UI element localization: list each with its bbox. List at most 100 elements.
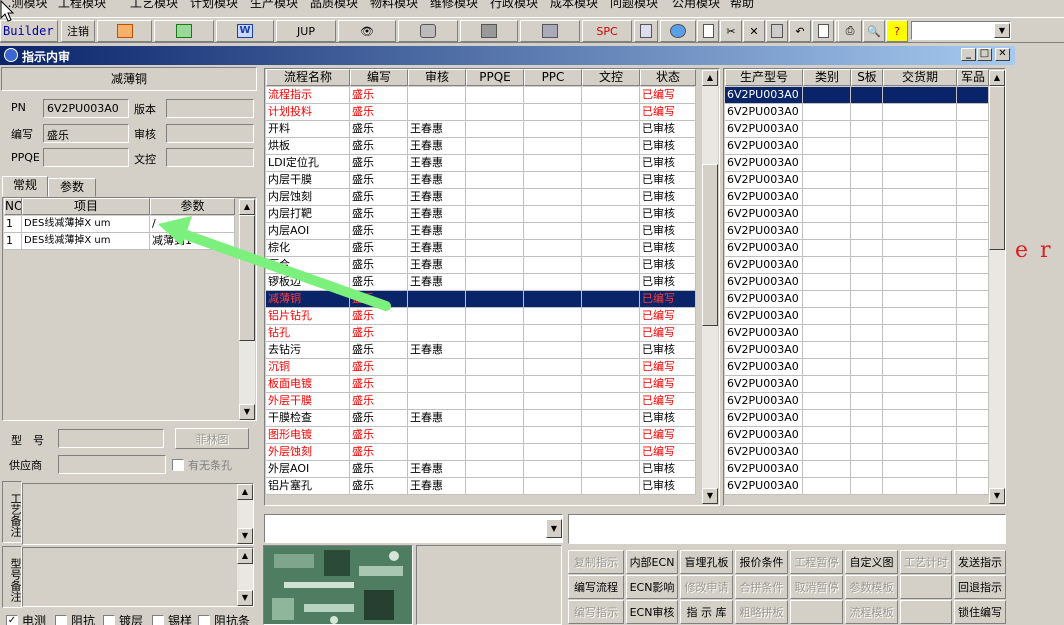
delete-icon[interactable]: ✕ [743,20,765,42]
remark-input[interactable] [568,514,1006,544]
action-button[interactable]: ECN影响 [626,575,678,599]
prod-header-category[interactable]: 类别 [803,69,851,86]
notes-scrollbar[interactable]: ▲ ▼ [237,484,253,544]
globe-icon[interactable] [660,20,696,42]
action-button[interactable]: 复制指示 [568,550,624,574]
scroll-thumb[interactable] [989,86,1005,250]
flow-header-audit[interactable]: 审核 [408,69,466,86]
production-row[interactable]: 6V2PU003A0 [724,206,989,223]
production-row[interactable]: 6V2PU003A0 [724,359,989,376]
production-row[interactable]: 6V2PU003A0 [724,427,989,444]
menu-item[interactable]: 生产模块 [250,0,298,11]
action-button[interactable]: 工程暂停 [790,550,843,574]
maximize-button[interactable]: □ [977,48,992,61]
flow-row[interactable]: 板面电镀 盛乐 已编写 [265,376,701,393]
action-button[interactable]: 工艺计时 [900,550,952,574]
production-row[interactable]: 6V2PU003A0 [724,342,989,359]
production-row[interactable]: 6V2PU003A0 [724,461,989,478]
scroll-up-icon[interactable]: ▲ [702,70,718,86]
flow-row[interactable]: 流程指示 盛乐 已编写 [265,87,701,104]
menu-item[interactable]: 工程模块 [58,0,106,11]
scroll-down-icon[interactable]: ▼ [239,404,255,420]
audit-field[interactable] [166,124,254,143]
production-row[interactable]: 6V2PU003A0 [724,478,989,495]
save-icon[interactable] [766,20,788,42]
notes-scrollbar[interactable]: ▲ ▼ [237,548,253,606]
action-button[interactable]: 流程模板 [845,600,898,624]
action-button[interactable]: 发送指示 [954,550,1006,574]
flow-row[interactable]: 铝片塞孔 盛乐 王春惠 已审核 [265,478,701,495]
flow-row[interactable]: 开料 盛乐 王春惠 已审核 [265,121,701,138]
scroll-thumb[interactable] [702,164,718,326]
production-row[interactable]: 6V2PU003A0 [724,155,989,172]
production-row[interactable]: 6V2PU003A0 [724,223,989,240]
version-field[interactable] [166,99,254,118]
flow-row[interactable]: 烘板 盛乐 王春惠 已审核 [265,138,701,155]
builder-button[interactable]: Builder [0,20,58,42]
production-row[interactable]: 6V2PU003A0 [724,121,989,138]
check-tin-sample[interactable]: 锡样 [152,612,192,625]
menu-item[interactable]: 成本模块 [550,0,598,11]
eye-icon[interactable]: 👁 [338,20,396,42]
feilin-button[interactable]: 菲林图 [175,428,249,449]
scroll-up-icon[interactable]: ▲ [989,70,1005,86]
menu-item[interactable]: 帮助 [730,0,754,11]
action-button[interactable] [790,600,843,624]
doc-control-field[interactable] [166,148,254,167]
action-button[interactable]: 编写指示 [568,600,624,624]
scroll-down-icon[interactable]: ▼ [702,488,718,504]
check-impedance-strip[interactable]: 阻抗条 [198,612,250,625]
action-button[interactable]: ECN审核 [626,600,678,624]
action-button[interactable]: 合拼条件 [735,575,788,599]
action-button[interactable]: 内部ECN [626,550,678,574]
production-row[interactable]: 6V2PU003A0 [724,257,989,274]
action-button[interactable]: 指 示 库 [680,600,733,624]
flow-header-doc[interactable]: 文控 [582,69,640,86]
flow-row[interactable]: 外层干膜 盛乐 已编写 [265,393,701,410]
menu-item[interactable]: 维修模块 [430,0,478,11]
action-button[interactable] [900,575,952,599]
logout-button[interactable]: 注销 [61,20,95,42]
scroll-down-icon[interactable]: ▼ [237,590,253,606]
cut-icon[interactable]: ✂ [720,20,742,42]
find-icon[interactable]: 🔍 [863,20,885,42]
scroll-down-icon[interactable]: ▼ [237,528,253,544]
flow-scrollbar[interactable]: ▲ ▼ [702,70,718,504]
preview-icon[interactable] [812,20,834,42]
action-button[interactable]: 锁住编写 [954,600,1006,624]
production-row[interactable]: 6V2PU003A0 [724,87,989,104]
flow-row[interactable]: 去钻污 盛乐 王春惠 已审核 [265,342,701,359]
scroll-up-icon[interactable]: ▲ [237,548,253,564]
flow-header-writer[interactable]: 编写 [350,69,408,86]
action-button[interactable]: 参数模板 [845,575,898,599]
toolbar-dropdown[interactable]: ▼ [911,21,1011,40]
tab-params[interactable]: 参数 [48,178,96,197]
flow-row[interactable]: 图形电镀 盛乐 已编写 [265,427,701,444]
flow-row[interactable]: 钻孔 盛乐 已编写 [265,325,701,342]
action-button[interactable]: 自定义图 [845,550,898,574]
action-button[interactable]: 回退指示 [954,575,1006,599]
pn-field[interactable]: 6V2PU003A0 [43,99,129,118]
production-row[interactable]: 6V2PU003A0 [724,138,989,155]
writer-field[interactable]: 盛乐 [43,124,129,143]
production-row[interactable]: 6V2PU003A0 [724,274,989,291]
check-plating[interactable]: 镀层 [103,612,143,625]
production-scrollbar[interactable]: ▲ ▼ [989,70,1005,504]
prod-header-sboard[interactable]: S板 [851,69,883,86]
action-button[interactable]: 报价条件 [735,550,788,574]
flow-row[interactable]: 沉铜 盛乐 已编写 [265,359,701,376]
production-row[interactable]: 6V2PU003A0 [724,291,989,308]
prod-header-model[interactable]: 生产型号 [725,69,803,86]
production-row[interactable]: 6V2PU003A0 [724,172,989,189]
model-notes-field[interactable]: ▲ ▼ [22,547,254,607]
menu-item[interactable]: 计划模块 [190,0,238,11]
nohole-checkbox[interactable]: 有无条孔 [172,457,232,473]
flow-row[interactable]: 外层蚀刻 盛乐 已编写 [265,444,701,461]
network-icon[interactable] [460,20,518,42]
production-row[interactable]: 6V2PU003A0 [724,325,989,342]
scroll-down-icon[interactable]: ▼ [989,488,1005,504]
flow-header-ppqe[interactable]: PPQE [466,69,524,86]
minimize-button[interactable]: _ [961,48,976,61]
flow-row[interactable]: 计划投料 盛乐 已编写 [265,104,701,121]
action-button[interactable]: 编写流程 [568,575,624,599]
